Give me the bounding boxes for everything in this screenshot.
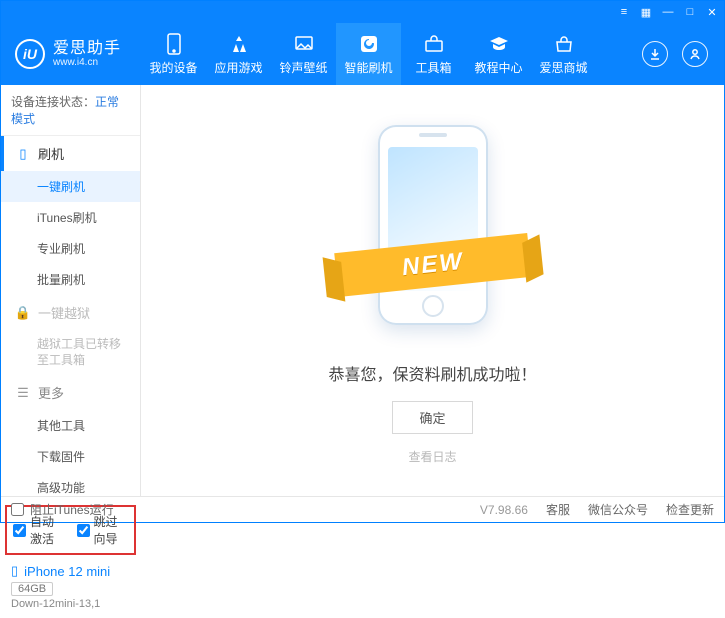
connection-status: 设备连接状态：正常模式 (1, 85, 140, 136)
section-title: 刷机 (38, 144, 64, 163)
ok-button[interactable]: 确定 (392, 401, 472, 434)
nav-tutorial[interactable]: 教程中心 (466, 23, 531, 85)
refresh-icon (358, 33, 380, 55)
version: V7.98.66 (480, 503, 528, 517)
account-button[interactable] (682, 41, 708, 67)
lock-icon: 🔒 (16, 306, 30, 320)
phone-illustration: NEW (358, 125, 508, 335)
phone-icon: ▯ (16, 147, 30, 161)
check-skip-guide-input[interactable] (77, 524, 90, 537)
app-window: ≡ ▦ — □ ✕ iU 爱思助手 www.i4.cn 我的设备 应用游戏 (0, 0, 725, 523)
device-name: ▯ iPhone 12 mini (11, 563, 130, 579)
nav-label: 铃声壁纸 (280, 59, 328, 76)
graduation-icon (488, 33, 510, 55)
device-capacity: 64GB (11, 582, 53, 596)
device-block[interactable]: ▯ iPhone 12 mini 64GB Down-12mini-13,1 (1, 557, 140, 618)
list-icon: ☰ (16, 386, 30, 400)
nav-label: 应用游戏 (215, 59, 263, 76)
block-itunes-label: 阻止iTunes运行 (30, 501, 114, 518)
ribbon-text: NEW (400, 248, 465, 282)
phone-icon: ▯ (11, 563, 18, 579)
apps-icon (228, 33, 250, 55)
menu-one-click-flash[interactable]: 一键刷机 (1, 171, 140, 202)
download-button[interactable] (642, 41, 668, 67)
device-name-text: iPhone 12 mini (24, 564, 110, 579)
footer: 阻止iTunes运行 V7.98.66 客服 微信公众号 检查更新 (1, 496, 724, 522)
footer-support[interactable]: 客服 (546, 501, 570, 518)
section-more[interactable]: ☰ 更多 (1, 375, 140, 410)
phone-icon (163, 33, 185, 55)
maximize-icon[interactable]: □ (684, 6, 696, 18)
menu-pro-flash[interactable]: 专业刷机 (1, 233, 140, 264)
section-title: 更多 (38, 383, 64, 402)
nav-ringtones[interactable]: 铃声壁纸 (271, 23, 336, 85)
nav-label: 工具箱 (416, 59, 452, 76)
nav-flash[interactable]: 智能刷机 (336, 23, 401, 85)
sidebar: 设备连接状态：正常模式 ▯ 刷机 一键刷机 iTunes刷机 专业刷机 批量刷机… (1, 85, 141, 496)
menu-icon[interactable]: ≡ (618, 6, 630, 18)
success-message: 恭喜您，保资料刷机成功啦！ (328, 361, 536, 385)
footer-wechat[interactable]: 微信公众号 (588, 501, 648, 518)
minimize-icon[interactable]: — (662, 6, 674, 18)
nav-my-device[interactable]: 我的设备 (141, 23, 206, 85)
titlebar: ≡ ▦ — □ ✕ (1, 1, 724, 23)
section-flash[interactable]: ▯ 刷机 (1, 136, 140, 171)
store-icon (553, 33, 575, 55)
block-itunes-input[interactable] (11, 503, 24, 516)
nav-label: 爱思商城 (540, 59, 588, 76)
nav-label: 我的设备 (150, 59, 198, 76)
device-model: Down-12mini-13,1 (11, 598, 130, 610)
main-panel: NEW 恭喜您，保资料刷机成功啦！ 确定 查看日志 (141, 85, 724, 496)
check-auto-activate-input[interactable] (13, 524, 26, 537)
close-icon[interactable]: ✕ (706, 6, 718, 18)
status-label: 设备连接状态： (11, 95, 95, 109)
nav-store[interactable]: 爱思商城 (531, 23, 596, 85)
nav-label: 教程中心 (475, 59, 523, 76)
nav-apps[interactable]: 应用游戏 (206, 23, 271, 85)
menu-download-fw[interactable]: 下载固件 (1, 441, 140, 472)
header-right (642, 41, 724, 67)
nav-label: 智能刷机 (345, 59, 393, 76)
logo-mark-icon: iU (15, 39, 45, 69)
app-title: 爱思助手 (53, 40, 121, 58)
logo: iU 爱思助手 www.i4.cn (1, 39, 135, 69)
jailbreak-note: 越狱工具已转移至工具箱 (1, 330, 140, 375)
header: iU 爱思助手 www.i4.cn 我的设备 应用游戏 铃声壁纸 智能刷机 (1, 23, 724, 85)
menu-flash: 一键刷机 iTunes刷机 专业刷机 批量刷机 (1, 171, 140, 295)
section-title: 一键越狱 (38, 303, 90, 322)
nav-toolbox[interactable]: 工具箱 (401, 23, 466, 85)
body: 设备连接状态：正常模式 ▯ 刷机 一键刷机 iTunes刷机 专业刷机 批量刷机… (1, 85, 724, 496)
top-nav: 我的设备 应用游戏 铃声壁纸 智能刷机 工具箱 教程中心 (141, 23, 596, 85)
menu-more: 其他工具 下载固件 高级功能 (1, 410, 140, 503)
menu-other-tools[interactable]: 其他工具 (1, 410, 140, 441)
section-jailbreak: 🔒 一键越狱 (1, 295, 140, 330)
app-site: www.i4.cn (53, 57, 121, 68)
view-log-link[interactable]: 查看日志 (408, 448, 456, 465)
wallpaper-icon (293, 33, 315, 55)
menu-batch-flash[interactable]: 批量刷机 (1, 264, 140, 295)
skin-icon[interactable]: ▦ (640, 6, 652, 18)
toolbox-icon (423, 33, 445, 55)
footer-update[interactable]: 检查更新 (666, 501, 714, 518)
menu-itunes-flash[interactable]: iTunes刷机 (1, 202, 140, 233)
block-itunes[interactable]: 阻止iTunes运行 (11, 501, 114, 518)
